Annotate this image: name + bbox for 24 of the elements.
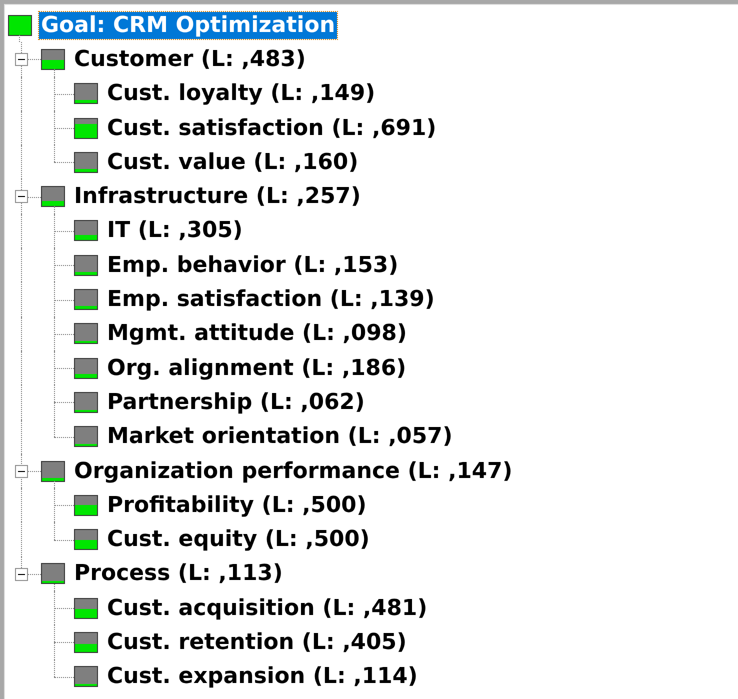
collapse-toggle[interactable] [15, 568, 28, 581]
tree-item[interactable]: Process (L: ,113) [72, 560, 285, 588]
tree-item[interactable]: Cust. retention (L: ,405) [105, 628, 409, 656]
collapse-toggle[interactable] [15, 190, 28, 204]
collapse-toggle[interactable] [15, 464, 28, 478]
tree-item[interactable]: Org. alignment (L: ,186) [105, 354, 408, 382]
tree-item[interactable]: Cust. acquisition (L: ,481) [105, 594, 430, 622]
tree-item[interactable]: IT (L: ,305) [105, 217, 245, 244]
tree-item[interactable]: Emp. behavior (L: ,153) [105, 252, 400, 279]
tree-item[interactable]: Cust. equity (L: ,500) [105, 526, 372, 554]
tree-item[interactable]: Cust. satisfaction (L: ,691) [105, 114, 438, 142]
tree-item[interactable]: Profitability (L: ,500) [105, 492, 369, 519]
tree-item[interactable]: Cust. expansion (L: ,114) [105, 663, 420, 690]
tree-item[interactable]: Market orientation (L: ,057) [105, 423, 455, 450]
tree-item[interactable]: Mgmt. attitude (L: ,098) [105, 320, 409, 348]
tree-item[interactable]: Customer (L: ,483) [72, 46, 308, 73]
tree-item[interactable]: Goal: CRM Optimization [39, 12, 338, 39]
tree-item[interactable]: Organization performance (L: ,147) [72, 458, 514, 484]
tree-item[interactable]: Cust. loyalty (L: ,149) [105, 80, 378, 108]
collapse-toggle[interactable] [15, 53, 28, 66]
tree-item[interactable]: Infrastructure (L: ,257) [72, 183, 363, 210]
tree-item[interactable]: Cust. value (L: ,160) [105, 148, 360, 176]
tree-item[interactable]: Partnership (L: ,062) [105, 388, 367, 416]
tree-item[interactable]: Emp. satisfaction (L: ,139) [105, 286, 437, 314]
